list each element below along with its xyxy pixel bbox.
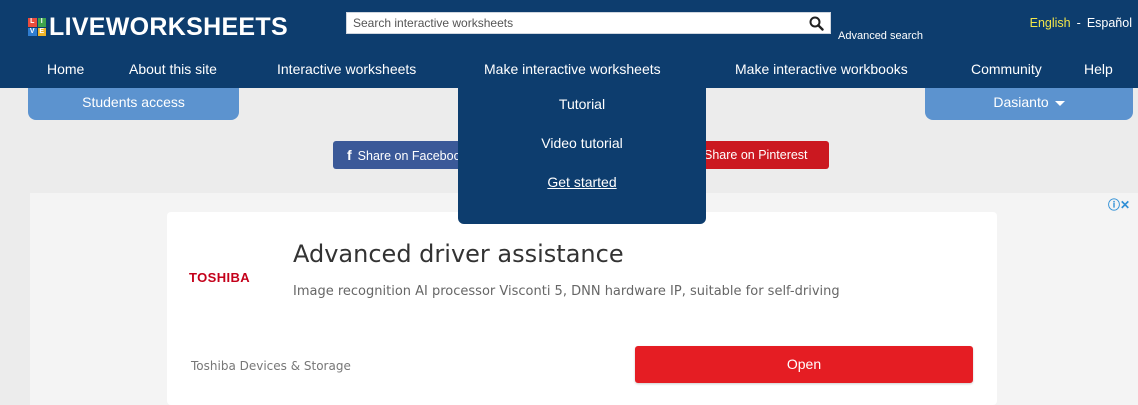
search-icon[interactable] <box>802 12 830 34</box>
dropdown-item-tutorial[interactable]: Tutorial <box>458 96 706 112</box>
logo-tiles: L I V E <box>28 18 46 36</box>
nav-interactive-worksheets[interactable]: Interactive worksheets <box>277 61 416 77</box>
lang-separator: - <box>1076 16 1081 30</box>
language-switcher: English - Español <box>1030 16 1132 30</box>
nav-about[interactable]: About this site <box>129 61 217 77</box>
user-menu-tab[interactable]: Dasianto <box>925 88 1133 120</box>
nav-community[interactable]: Community <box>971 61 1042 77</box>
nav-make-worksheets[interactable]: Make interactive worksheets <box>484 61 661 77</box>
ad-brand-logo: TOSHIBA <box>189 270 251 285</box>
nav-make-workbooks[interactable]: Make interactive workbooks <box>735 61 908 77</box>
nav-help[interactable]: Help <box>1084 61 1113 77</box>
share-pinterest-button[interactable]: Share on Pinterest <box>688 141 829 169</box>
students-access-tab[interactable]: Students access <box>28 88 239 120</box>
dropdown-item-video-tutorial[interactable]: Video tutorial <box>458 135 706 151</box>
make-worksheets-dropdown: Tutorial Video tutorial Get started <box>458 88 706 224</box>
ad-open-button[interactable]: Open <box>635 346 973 383</box>
ad-title[interactable]: Advanced driver assistance <box>293 240 624 268</box>
logo-tile-e: E <box>37 27 46 36</box>
search-input[interactable] <box>347 14 802 32</box>
nav-home[interactable]: Home <box>47 61 84 77</box>
ad-choices-icon[interactable]: ⓘ✕ <box>1108 196 1130 213</box>
facebook-icon: f <box>347 147 352 163</box>
site-logo[interactable]: L I V E LIVEWORKSHEETS <box>28 12 288 42</box>
ad-card[interactable]: TOSHIBA Advanced driver assistance Image… <box>167 212 997 405</box>
share-pinterest-label: Share on Pinterest <box>704 148 808 162</box>
lang-spanish-link[interactable]: Español <box>1087 16 1132 30</box>
advanced-search-link[interactable]: Advanced search <box>838 30 923 42</box>
logo-text: LIVEWORKSHEETS <box>49 12 288 41</box>
top-header: L I V E LIVEWORKSHEETS Advanced search E… <box>0 0 1138 88</box>
lang-english-link[interactable]: English <box>1030 16 1071 30</box>
dropdown-item-get-started[interactable]: Get started <box>458 174 706 190</box>
logo-tile-l: L <box>28 18 37 27</box>
main-nav: Home About this site Interactive workshe… <box>0 61 1138 79</box>
logo-tile-i: I <box>37 18 46 27</box>
students-access-label: Students access <box>82 94 185 110</box>
share-facebook-button[interactable]: f Share on Facebook <box>333 141 463 169</box>
search-box <box>346 12 831 34</box>
share-facebook-label: Share on Facebook <box>357 149 463 163</box>
ad-source: Toshiba Devices & Storage <box>191 359 351 373</box>
caret-down-icon <box>1054 100 1065 106</box>
user-name: Dasianto <box>993 94 1049 110</box>
ad-description: Image recognition AI processor Visconti … <box>293 284 840 299</box>
logo-tile-v: V <box>28 27 37 36</box>
